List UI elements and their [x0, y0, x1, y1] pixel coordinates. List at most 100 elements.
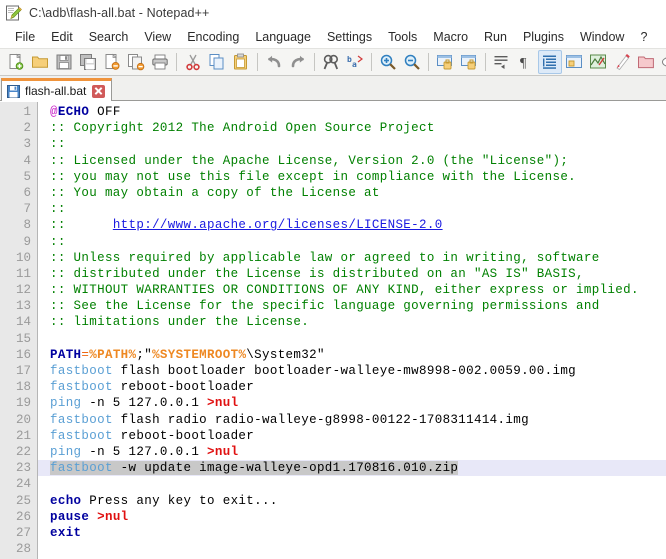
toolbar-button-show-all-characters[interactable]: ¶ [514, 50, 538, 74]
toolbar-button-print[interactable] [148, 50, 172, 74]
code-line[interactable]: :: Unless required by applicable law or … [38, 250, 666, 266]
code-line[interactable]: :: Licensed under the Apache License, Ve… [38, 153, 666, 169]
menu-item-search[interactable]: Search [81, 29, 137, 46]
toolbar-button-cut[interactable] [181, 50, 205, 74]
line-number: 20 [15, 412, 31, 427]
code-token: Press any key to exit... [81, 493, 278, 508]
code-line[interactable] [38, 331, 666, 347]
code-token: \System32" [246, 347, 325, 362]
toolbar-button-sync-vertical-scrolling[interactable] [433, 50, 457, 74]
code-line[interactable]: fastboot reboot-bootloader [38, 379, 666, 395]
sync-vertical-scrolling-icon [436, 53, 454, 71]
toolbar-button-close-all-files[interactable] [124, 50, 148, 74]
line-number: 14 [15, 315, 31, 330]
code-line[interactable]: :: [38, 201, 666, 217]
code-line[interactable]: fastboot -w update image-walleye-opd1.17… [38, 460, 666, 477]
toolbar: b a ¶ [0, 48, 666, 76]
code-line[interactable]: :: limitations under the License. [38, 314, 666, 330]
menu-item-language[interactable]: Language [247, 29, 319, 46]
svg-text:¶: ¶ [520, 56, 527, 71]
toolbar-button-redo[interactable] [286, 50, 310, 74]
toolbar-button-find[interactable] [319, 50, 343, 74]
code-token: flash bootloader bootloader-walleye-mw89… [112, 364, 577, 378]
code-line[interactable]: :: http://www.apache.org/licenses/LICENS… [38, 217, 666, 233]
code-line[interactable]: fastboot reboot-bootloader [38, 428, 666, 444]
code-token: reboot-bootloader [112, 380, 255, 395]
menu-item-view[interactable]: View [136, 29, 179, 46]
toolbar-button-word-wrap[interactable] [490, 50, 514, 74]
toolbar-button-paste[interactable] [229, 50, 253, 74]
toolbar-button-document-map[interactable] [586, 50, 610, 74]
toolbar-button-indent-guide[interactable] [538, 50, 562, 74]
toolbar-button-zoom-in[interactable] [376, 50, 400, 74]
menu-item-window[interactable]: Window [572, 29, 632, 46]
menu-item-tools[interactable]: Tools [380, 29, 425, 46]
code-token: :: limitations under the License. [50, 315, 310, 330]
toolbar-button-open-file[interactable] [28, 50, 52, 74]
code-token: %PATH% [89, 347, 137, 362]
code-line[interactable]: pause >nul [38, 509, 666, 525]
code-line[interactable]: :: WITHOUT WARRANTIES OR CONDITIONS OF A… [38, 282, 666, 298]
function-list-icon [613, 53, 631, 71]
toolbar-button-user-defined-language[interactable] [562, 50, 586, 74]
menu-item-run[interactable]: Run [476, 29, 515, 46]
copy-icon [208, 53, 226, 71]
menu-item-encoding[interactable]: Encoding [179, 29, 247, 46]
title-bar: C:\adb\flash-all.bat - Notepad++ [0, 0, 666, 26]
undo-icon [265, 53, 283, 71]
word-wrap-icon [493, 53, 511, 71]
toolbar-button-new-file[interactable] [4, 50, 28, 74]
toolbar-button-undo[interactable] [262, 50, 286, 74]
toolbar-button-close-file[interactable] [100, 50, 124, 74]
menu-item-edit[interactable]: Edit [43, 29, 81, 46]
code-line[interactable]: :: [38, 136, 666, 152]
code-line[interactable]: :: You may obtain a copy of the License … [38, 185, 666, 201]
menu-item-file[interactable]: File [7, 29, 43, 46]
code-line[interactable]: fastboot flash bootloader bootloader-wal… [38, 363, 666, 379]
saved-file-icon [7, 84, 20, 98]
code-line[interactable]: PATH=%PATH%;"%SYSTEMROOT%\System32" [38, 347, 666, 363]
toolbar-button-folder-as-workspace[interactable] [634, 50, 658, 74]
toolbar-button-sync-horizontal-scrolling[interactable] [457, 50, 481, 74]
code-line[interactable]: ping -n 5 127.0.0.1 >nul [38, 395, 666, 411]
toolbar-button-zoom-out[interactable] [400, 50, 424, 74]
toolbar-button-save[interactable] [52, 50, 76, 74]
menu-item-plugins[interactable]: Plugins [515, 29, 572, 46]
toolbar-button-copy[interactable] [205, 50, 229, 74]
close-tab-icon[interactable] [92, 84, 106, 98]
code-line[interactable]: :: See the License for the specific lang… [38, 298, 666, 314]
code-line[interactable] [38, 476, 666, 492]
code-line[interactable]: fastboot flash radio radio-walleye-g8998… [38, 412, 666, 428]
code-line[interactable]: :: Copyright 2012 The Android Open Sourc… [38, 120, 666, 136]
monitoring-icon [661, 53, 666, 71]
code-line[interactable]: :: distributed under the License is dist… [38, 266, 666, 282]
code-line[interactable]: :: [38, 234, 666, 250]
toolbar-button-replace[interactable]: ba [343, 50, 367, 74]
code-content[interactable]: @ECHO OFF:: Copyright 2012 The Android O… [38, 102, 666, 559]
menu-item-settings[interactable]: Settings [319, 29, 380, 46]
code-token: :: Licensed under the Apache License, Ve… [50, 153, 569, 168]
line-number: 1 [23, 105, 31, 119]
code-line[interactable]: @ECHO OFF [38, 104, 666, 120]
toolbar-separator [428, 53, 429, 71]
window-title: C:\adb\flash-all.bat - Notepad++ [29, 6, 210, 20]
toolbar-button-save-all[interactable] [76, 50, 100, 74]
hyperlink[interactable]: http://www.apache.org/licenses/LICENSE-2… [113, 218, 443, 232]
code-token: :: WITHOUT WARRANTIES OR CONDITIONS OF A… [50, 283, 639, 298]
code-token: >nul [207, 396, 239, 411]
code-token: pause [50, 509, 90, 524]
code-token: ping [50, 444, 82, 459]
code-line[interactable]: echo Press any key to exit... [38, 493, 666, 509]
code-token: :: [50, 202, 66, 217]
code-token: :: Copyright 2012 The Android Open Sourc… [50, 121, 435, 136]
code-line[interactable] [38, 541, 666, 557]
toolbar-button-function-list[interactable] [610, 50, 634, 74]
code-line[interactable]: ping -n 5 127.0.0.1 >nul [38, 444, 666, 460]
tab-flash-all-bat[interactable]: flash-all.bat [1, 78, 113, 101]
toolbar-button-monitoring[interactable] [658, 50, 666, 74]
menu-item-help[interactable]: ? [632, 29, 655, 46]
code-line[interactable]: exit [38, 525, 666, 541]
menu-item-macro[interactable]: Macro [425, 29, 476, 46]
editor-area[interactable]: 1 2 3 4 5 6 7 8 9 10 11 12 13 14 15 16 17 18 19 20 21 22 23 24 2… [0, 102, 666, 559]
code-line[interactable]: :: you may not use this file except in c… [38, 169, 666, 185]
